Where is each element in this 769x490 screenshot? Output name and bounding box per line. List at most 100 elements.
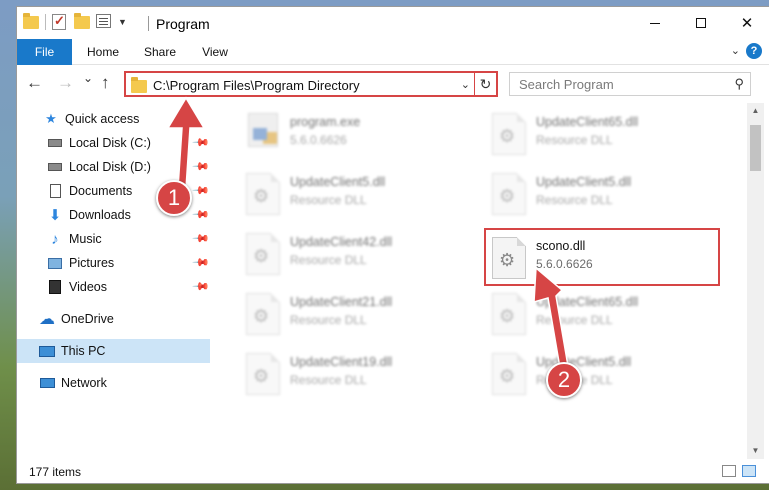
downloads-icon: ⬇ [48,207,62,224]
recent-locations-button[interactable]: ⌄ [83,71,93,85]
pin-icon[interactable]: 📌 [192,157,211,176]
sidebar-item-label: This PC [61,344,106,358]
pin-icon[interactable]: 📌 [192,277,211,296]
file-name: UpdateClient21.dll [290,295,393,309]
sidebar-item-label: Network [61,376,107,390]
search-icon[interactable]: ⚲ [734,76,744,92]
drive-icon [47,135,63,151]
sidebar-item-local-disk-c[interactable]: Local Disk (C:) 📌 [17,131,210,155]
folder-icon [131,77,147,93]
sidebar-item-onedrive[interactable]: ☁ OneDrive [17,307,210,331]
vertical-scrollbar[interactable]: ▲ ▼ [747,103,764,459]
pictures-icon [47,255,63,271]
file-explorer-window: ▼ Program ✕ File Home Share View ⌄ ? ← →… [16,6,769,484]
tab-file[interactable]: File [17,39,72,65]
sidebar-item-label: Music [69,232,102,246]
computer-icon [39,343,55,359]
star-icon: ★ [45,111,57,126]
pin-icon[interactable]: 📌 [192,229,211,248]
file-item[interactable]: ⚙ UpdateClient5.dll Resource DLL [484,347,724,403]
search-input[interactable]: Search Program [519,77,614,92]
file-description: Resource DLL [290,253,367,267]
file-description: Resource DLL [290,193,367,207]
expand-ribbon-icon[interactable]: ⌄ [731,44,740,57]
file-description: Resource DLL [290,373,367,387]
tab-view[interactable]: View [191,39,239,65]
file-name: UpdateClient65.dll [536,115,639,129]
search-box[interactable]: Search Program ⚲ [509,72,751,96]
sidebar-item-local-disk-d[interactable]: Local Disk (D:) 📌 [17,155,210,179]
dll-file-icon: ⚙ [246,233,280,275]
file-name: UpdateClient42.dll [290,235,393,249]
step-1-badge: 1 [156,180,192,216]
help-icon[interactable]: ? [746,43,762,59]
scrollbar-thumb[interactable] [750,125,761,171]
file-name: UpdateClient5.dll [290,175,386,189]
sidebar-item-label: Local Disk (D:) [69,160,151,174]
file-item[interactable]: ⚙ UpdateClient5.dll Resource DLL [238,167,478,223]
tab-share[interactable]: Share [133,39,187,65]
dll-file-icon: ⚙ [492,173,526,215]
sidebar-item-label: Videos [69,280,107,294]
forward-button[interactable]: → [57,73,74,93]
pin-icon[interactable]: 📌 [192,181,211,200]
drive-icon [47,159,63,175]
sidebar-item-this-pc[interactable]: This PC [17,339,210,363]
tiles-view-icon[interactable] [742,465,756,477]
scroll-down-icon[interactable]: ▼ [747,443,764,459]
close-icon: ✕ [740,15,754,32]
file-item[interactable]: ⚙ UpdateClient42.dll Resource DLL [238,227,478,283]
documents-icon [47,183,63,199]
address-bar[interactable]: C:\Program Files\Program Directory ⌄ ↻ [124,71,498,97]
address-dropdown-icon[interactable]: ⌄ [461,78,470,91]
properties-checkmark-icon[interactable] [52,13,68,30]
scroll-up-icon[interactable]: ▲ [747,103,764,119]
file-item[interactable]: ⚙ UpdateClient65.dll Resource DLL [484,287,724,343]
pin-icon[interactable]: 📌 [192,133,211,152]
new-folder-icon[interactable] [74,12,90,30]
navigation-bar: ← → ⌄ ↑ C:\Program Files\Program Directo… [17,65,769,103]
highlight-box [484,228,720,286]
sidebar-item-label: OneDrive [61,312,114,326]
minimize-icon [650,22,660,24]
file-item[interactable]: ⚙ UpdateClient21.dll Resource DLL [238,287,478,343]
file-item[interactable]: program.exe 5.6.0.6626 [238,107,478,163]
sidebar-item-label: Local Disk (C:) [69,136,151,150]
customize-dropdown-icon[interactable]: ▼ [118,17,127,27]
file-description: Resource DLL [536,193,613,207]
sidebar-item-quick-access[interactable]: ★ Quick access [17,107,210,131]
maximize-icon [696,18,706,28]
window-title: Program [156,16,210,32]
up-button[interactable]: ↑ [101,73,110,93]
step-2-badge: 2 [546,362,582,398]
sidebar-item-music[interactable]: ♪ Music 📌 [17,227,210,251]
sidebar-item-network[interactable]: Network [17,371,210,395]
file-item[interactable]: ⚙ UpdateClient65.dll Resource DLL [484,107,724,163]
sidebar-item-pictures[interactable]: Pictures 📌 [17,251,210,275]
file-item[interactable]: ⚙ UpdateClient5.dll Resource DLL [484,167,724,223]
details-view-icon[interactable] [722,465,736,477]
sidebar-item-label: Documents [69,184,133,198]
tab-home[interactable]: Home [75,39,131,65]
address-path[interactable]: C:\Program Files\Program Directory [153,78,360,93]
view-switcher [716,465,756,477]
close-button[interactable]: ✕ [724,7,769,39]
minimize-button[interactable] [632,7,678,39]
dll-file-icon: ⚙ [492,353,526,395]
back-button[interactable]: ← [26,73,43,93]
toolbar-divider [45,14,46,30]
dll-file-icon: ⚙ [246,293,280,335]
folder-icon[interactable] [23,12,39,30]
file-item[interactable]: ⚙ UpdateClient19.dll Resource DLL [238,347,478,403]
status-bar: 177 items [17,459,769,485]
sidebar-item-videos[interactable]: Videos 📌 [17,275,210,299]
refresh-icon[interactable]: ↻ [474,73,496,95]
ribbon: File Home Share View ⌄ ? [17,39,769,65]
window-controls: ✕ [632,7,769,39]
maximize-button[interactable] [678,7,724,39]
properties-icon[interactable] [96,14,112,30]
pin-icon[interactable]: 📌 [192,253,211,272]
dll-file-icon: ⚙ [246,173,280,215]
pin-icon[interactable]: 📌 [192,205,211,224]
item-count: 177 items [29,465,82,479]
